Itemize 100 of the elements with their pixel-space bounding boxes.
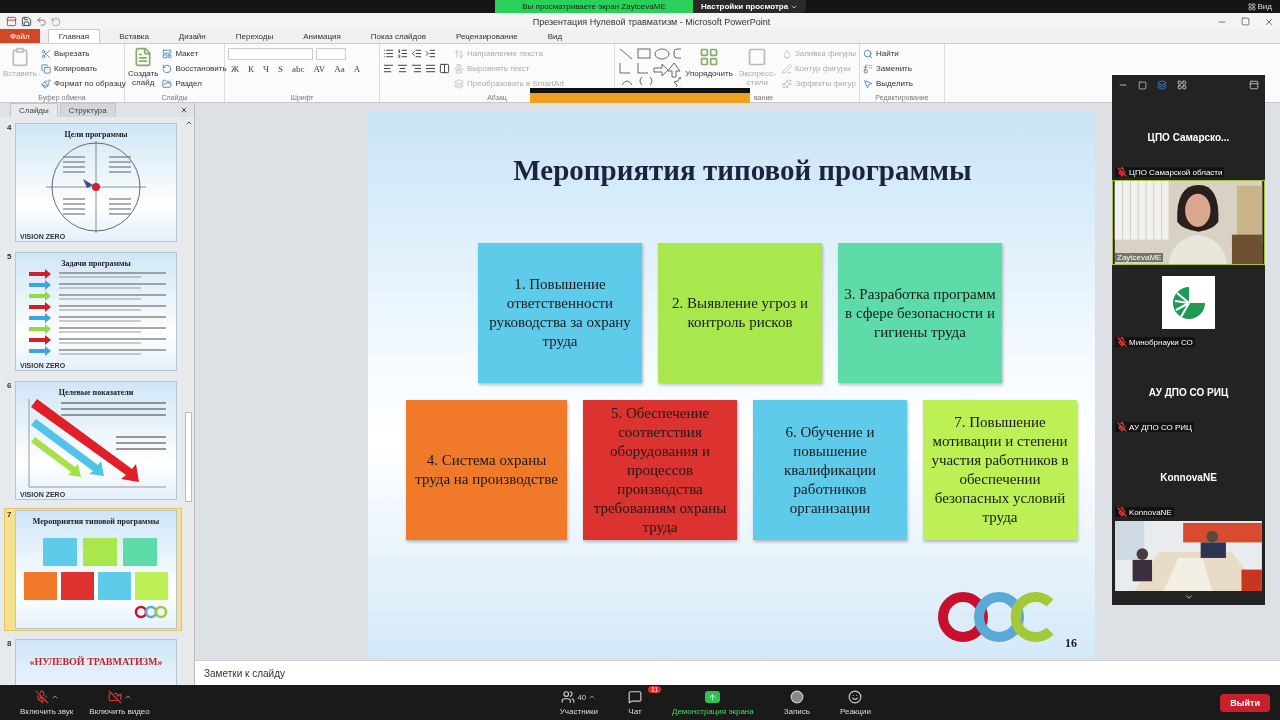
format-button[interactable]: A	[350, 63, 364, 74]
participant-label: Минобрнауки СО	[1129, 337, 1193, 347]
indent-decrease-icon[interactable]	[411, 48, 422, 59]
font-size-field[interactable]	[316, 47, 346, 60]
align-left-icon[interactable]	[383, 63, 394, 74]
participant-tile[interactable]: АУ ДПО СО РИЦ АУ ДПО СО РИЦ	[1112, 350, 1265, 435]
format-button[interactable]: S	[274, 63, 286, 74]
slide-title: Мероприятия типовой программы	[513, 154, 972, 187]
maximize-icon[interactable]	[1241, 17, 1250, 26]
ribbon-tab[interactable]: Вид	[536, 29, 574, 43]
ribbon-item[interactable]: Найти	[863, 47, 913, 60]
ribbon-item-icon	[454, 78, 464, 89]
ribbon-tab[interactable]: Главная	[47, 29, 101, 43]
muted-mic-icon	[1117, 167, 1127, 177]
scroll-down-icon[interactable]	[1183, 592, 1194, 602]
program-block: 1. Повышение ответственности руководства за охрану труда	[478, 243, 642, 383]
caret-icon[interactable]	[50, 693, 59, 701]
view-settings-button[interactable]: Настройки просмотра	[693, 0, 807, 13]
scrollbar-thumb[interactable]	[185, 412, 192, 502]
ribbon-item[interactable]: Раздел	[162, 77, 227, 90]
popout-icon[interactable]	[1249, 80, 1259, 90]
ribbon-button[interactable]: Создать слайд	[128, 47, 159, 87]
bullets-icon[interactable]	[383, 48, 394, 59]
scrollbar[interactable]	[183, 117, 194, 685]
toolbar-button[interactable]: Демонстрация экрана	[672, 689, 754, 716]
close-icon[interactable]	[180, 106, 188, 114]
ribbon-item[interactable]: Заменить	[863, 62, 913, 75]
ribbon-button-icon	[699, 47, 719, 67]
ribbon-tab[interactable]: Переходы	[224, 29, 285, 43]
slide-thumbnail[interactable]: «НУЛЕВОЙ ТРАВМАТИЗМ»	[15, 639, 177, 685]
shapes-gallery-icon[interactable]	[618, 47, 682, 87]
file-tab[interactable]: Файл	[0, 29, 40, 43]
columns-icon[interactable]	[439, 63, 450, 74]
toolbar-button[interactable]: Включить видео	[89, 689, 150, 716]
window-icon[interactable]	[1138, 80, 1147, 90]
ribbon-item[interactable]: Формат по образцу	[40, 77, 126, 90]
ribbon-item[interactable]: Макет	[162, 47, 227, 60]
toolbar-button[interactable]: Реакции	[840, 689, 871, 716]
ribbon-tab[interactable]: Рецензирование	[444, 29, 529, 43]
slide-thumbnail-row[interactable]: 7 Мероприятия типовой программы	[4, 508, 182, 631]
panel-tab[interactable]: Слайды	[10, 103, 58, 117]
caret-icon[interactable]	[123, 693, 132, 701]
toolbar-button[interactable]: 40 Участники	[559, 689, 598, 716]
ribbon-item[interactable]: Выделить	[863, 77, 913, 90]
slide-number: 7	[7, 510, 12, 521]
font-name-field[interactable]	[228, 47, 313, 60]
participant-tile[interactable]: KonnovaNE KonnovaNE	[1112, 435, 1265, 520]
slide-thumbnail-row[interactable]: 8 «НУЛЕВОЙ ТРАВМАТИЗМ»	[4, 637, 182, 685]
muted-mic-icon	[34, 690, 49, 704]
participant-count: 40	[577, 692, 587, 702]
participant-tile[interactable]: ZaytcevaME	[1112, 180, 1265, 265]
save-icon[interactable]	[21, 16, 32, 27]
participant-tile[interactable]: ЦПО Самарско... ЦПО Самарской области	[1112, 95, 1265, 180]
ribbon-button-icon	[133, 47, 154, 67]
format-button[interactable]: Aa	[331, 63, 348, 74]
ribbon-tab[interactable]: Вставка	[108, 29, 160, 43]
ribbon-item-icon	[781, 63, 792, 74]
view-button[interactable]: Вид	[1247, 0, 1272, 13]
window-title: Презентация Нулевой травматизм - Microsoft PowerPoint	[531, 16, 772, 27]
toolbar-button[interactable]: Запись	[783, 689, 810, 716]
format-button[interactable]: Ч	[260, 63, 272, 74]
ribbon-tab[interactable]: Показ слайдов	[359, 29, 437, 43]
ribbon-item-icon	[162, 63, 173, 74]
muted-mic-icon	[1117, 422, 1127, 432]
align-right-icon[interactable]	[411, 63, 422, 74]
format-button[interactable]: К	[245, 63, 258, 74]
slide-thumbnail[interactable]: Мероприятия типовой программы	[15, 510, 177, 629]
format-button[interactable]: abc	[288, 63, 308, 74]
scroll-up-icon[interactable]	[184, 119, 193, 127]
ribbon-item-icon	[454, 48, 464, 59]
ribbon-item[interactable]: Восстановить	[162, 62, 227, 75]
leave-button[interactable]: Выйти	[1220, 693, 1270, 712]
close-icon[interactable]	[1264, 16, 1274, 27]
participant-tile[interactable]: Минобрнауки СО	[1112, 265, 1265, 350]
ribbon-button-icon	[747, 47, 768, 67]
caret-icon[interactable]	[588, 693, 597, 701]
align-center-icon[interactable]	[397, 63, 408, 74]
justify-icon[interactable]	[425, 63, 436, 74]
toolbar-button[interactable]: Включить звук	[20, 689, 74, 716]
participant-name: ЦПО Самарско...	[1147, 132, 1230, 143]
panel-tab[interactable]: Структура	[59, 103, 116, 117]
speaker-view-icon[interactable]	[1157, 80, 1167, 90]
ribbon-tab[interactable]: Анимация	[292, 29, 352, 43]
program-block: 4. Система охраны труда на производстве	[406, 400, 567, 540]
ribbon-item[interactable]: Копировать	[40, 62, 126, 75]
ribbon-item-icon	[162, 78, 173, 89]
ribbon-item-icon	[863, 63, 873, 74]
ribbon-item-icon	[781, 78, 792, 89]
indent-increase-icon[interactable]	[425, 48, 436, 59]
ribbon-item[interactable]: Вырезать	[40, 47, 126, 60]
format-button[interactable]: AV	[310, 63, 329, 74]
participant-name: KonnovaNE	[1160, 472, 1217, 483]
app-icon[interactable]	[6, 16, 17, 27]
ribbon-button[interactable]: Упорядочить	[685, 47, 733, 78]
gallery-view-icon[interactable]	[1177, 80, 1187, 90]
ribbon-tab[interactable]: Дизайн	[167, 29, 217, 43]
numbering-icon[interactable]	[397, 48, 408, 59]
program-block: 6. Обучение и повышение квалификации работников организации	[753, 400, 907, 540]
undo-icon[interactable]	[36, 16, 47, 27]
format-button[interactable]: Ж	[228, 63, 243, 74]
